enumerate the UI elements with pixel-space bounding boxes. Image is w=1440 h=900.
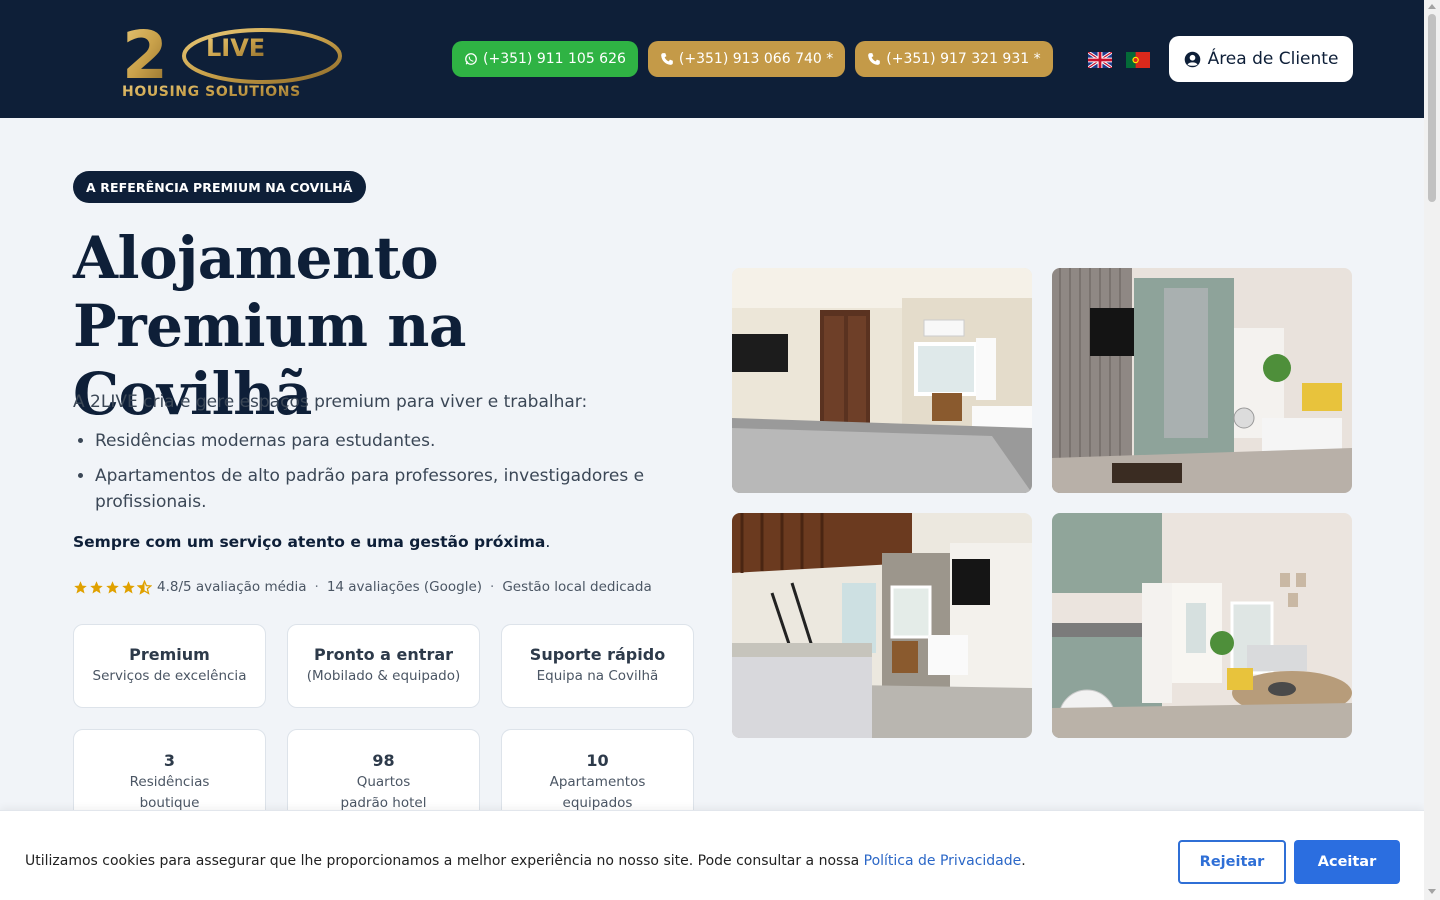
logo-subtitle: HOUSING SOLUTIONS xyxy=(122,84,301,100)
scrollbar-thumb[interactable] xyxy=(1428,14,1436,202)
logo[interactable]: 2 LIVE HOUSING SOLUTIONS xyxy=(122,18,344,100)
stat-value: 3 xyxy=(163,751,176,770)
phone-number-2: (+351) 917 321 931 * xyxy=(886,51,1041,67)
star-icon xyxy=(90,580,103,593)
feature-title: Premium xyxy=(129,645,210,664)
rating-row: 4.8/5 avaliação média · 14 avaliações (G… xyxy=(73,579,652,595)
reject-cookies-button[interactable]: Rejeitar xyxy=(1178,840,1286,884)
stat-label: Quartos xyxy=(356,774,411,790)
whatsapp-icon xyxy=(465,53,477,65)
cookie-banner: Utilizamos cookies para assegurar que lh… xyxy=(0,810,1424,900)
phone-button-2[interactable]: (+351) 917 321 931 * xyxy=(855,41,1053,77)
whatsapp-number: (+351) 911 105 626 xyxy=(483,51,626,67)
language-switcher xyxy=(1088,52,1150,68)
kitchen-dining-photo[interactable] xyxy=(1052,513,1352,738)
phone-icon xyxy=(868,53,881,65)
cookie-message: Utilizamos cookies para assegurar que lh… xyxy=(25,853,1026,869)
feature-subtitle: Serviços de excelência xyxy=(92,668,247,684)
title-line-1: Alojamento xyxy=(73,224,439,292)
privacy-policy-link[interactable]: Política de Privacidade xyxy=(864,853,1022,869)
rating-reviews: 14 avaliações (Google) xyxy=(326,579,483,595)
uk-flag-icon[interactable] xyxy=(1088,52,1112,68)
phone-number-1: (+351) 913 066 740 * xyxy=(678,51,834,67)
intro-text: A 2LIVE cria e gere espaços premium para… xyxy=(73,392,588,412)
star-icon xyxy=(106,580,119,593)
scroll-up-arrow-icon[interactable] xyxy=(1428,4,1436,9)
tagline: Sempre com um serviço atento e uma gestã… xyxy=(73,533,550,551)
list-item: Apartamentos de alto padrão para profess… xyxy=(95,463,685,515)
client-area-button[interactable]: Área de Cliente xyxy=(1169,36,1353,82)
accept-cookies-button[interactable]: Aceitar xyxy=(1294,840,1400,884)
photo-gallery xyxy=(732,268,1352,738)
svg-text:LIVE: LIVE xyxy=(206,34,265,62)
feature-subtitle: (Mobilado & equipado) xyxy=(306,668,461,684)
phone-buttons: (+351) 911 105 626 (+351) 913 066 740 * … xyxy=(452,41,1053,77)
scrollbar[interactable] xyxy=(1424,0,1440,900)
logo-mark: 2 LIVE HOUSING SOLUTIONS xyxy=(122,18,342,100)
separator: · xyxy=(490,579,495,595)
stat-label: Residências xyxy=(129,774,210,790)
feature-title: Pronto a entrar xyxy=(313,645,454,664)
cookie-text-end: . xyxy=(1021,853,1026,869)
separator: · xyxy=(314,579,319,595)
tagline-bold: Sempre com um serviço atento e uma gestã… xyxy=(73,533,546,551)
feature-card-support: Suporte rápido Equipa na Covilhã xyxy=(501,624,694,708)
hero-badge: A REFERÊNCIA PREMIUM NA COVILHÃ xyxy=(73,171,366,203)
feature-card-premium: Premium Serviços de excelência xyxy=(73,624,266,708)
stat-label: Apartamentos xyxy=(549,774,646,790)
star-rating xyxy=(73,579,152,595)
phone-icon xyxy=(661,53,673,65)
svg-text:2: 2 xyxy=(122,18,168,94)
audience-list: Residências modernas para estudantes. Ap… xyxy=(95,428,685,524)
feature-subtitle: Equipa na Covilhã xyxy=(536,668,659,684)
feature-card-ready: Pronto a entrar (Mobilado & equipado) xyxy=(287,624,480,708)
portugal-flag-icon[interactable] xyxy=(1126,52,1150,68)
living-kitchen-photo[interactable] xyxy=(1052,268,1352,493)
cookie-text: Utilizamos cookies para assegurar que lh… xyxy=(25,853,864,869)
phone-button-1[interactable]: (+351) 913 066 740 * xyxy=(647,41,846,77)
feature-title: Suporte rápido xyxy=(529,645,666,664)
bedroom-with-wardrobe-photo[interactable] xyxy=(732,268,1032,493)
client-area-label: Área de Cliente xyxy=(1207,49,1339,69)
rating-average: 4.8/5 avaliação média xyxy=(157,579,307,595)
half-star-icon xyxy=(137,579,152,595)
scroll-down-arrow-icon[interactable] xyxy=(1428,889,1436,894)
stat-value: 98 xyxy=(372,751,395,770)
list-item: Residências modernas para estudantes. xyxy=(95,428,685,454)
site-header: 2 LIVE HOUSING SOLUTIONS (+351) 911 105 … xyxy=(0,0,1424,118)
stat-value: 10 xyxy=(586,751,609,770)
star-icon xyxy=(122,580,135,593)
user-circle-icon xyxy=(1184,51,1200,67)
star-icon xyxy=(74,580,87,593)
rating-extra: Gestão local dedicada xyxy=(502,579,652,595)
tagline-end: . xyxy=(545,533,551,551)
whatsapp-button[interactable]: (+351) 911 105 626 xyxy=(452,41,638,77)
loft-bedroom-photo[interactable] xyxy=(732,513,1032,738)
feature-cards: Premium Serviços de excelência Pronto a … xyxy=(73,624,694,829)
